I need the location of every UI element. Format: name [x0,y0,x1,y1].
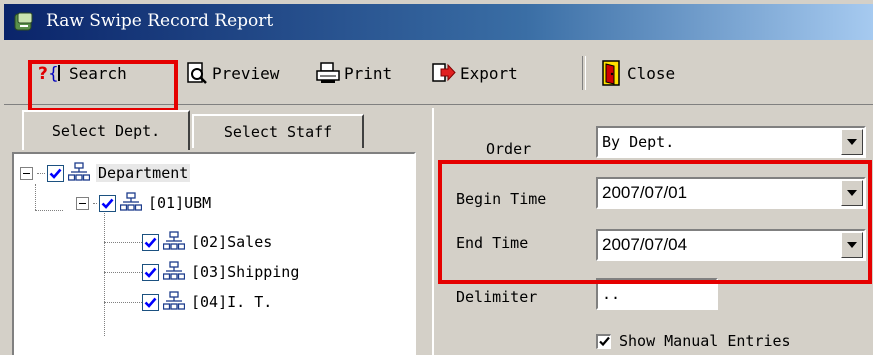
show-manual-entries-label: Show Manual Entries [619,332,791,350]
export-button[interactable]: Export [431,58,518,88]
checkbox[interactable] [47,164,64,182]
checkmark-icon [598,336,610,347]
print-button[interactable]: Print [315,58,392,88]
dropdown-arrow-icon[interactable] [841,129,863,155]
door-exit-icon [602,60,620,86]
selection-panel: Select Dept. Select Staff Department [01… [4,108,422,355]
tree-line [35,184,36,210]
tree-item-shipping[interactable]: [03]Shipping [142,259,299,285]
printer-icon [316,62,340,83]
close-label: Close [627,63,676,83]
tab-select-staff-label: Select Staff [223,123,333,141]
search-highlight-box [28,60,178,112]
tree-line [104,210,105,336]
checkmark-icon [144,237,157,248]
org-chart-icon [163,261,185,280]
toolbar-separator [582,56,586,90]
tree-line [35,210,63,211]
order-label: Order [486,140,532,158]
checkmark-icon [144,297,157,308]
tab-select-dept-label: Select Dept. [51,122,161,140]
department-tree: Department [01]UBM [02]Sales [03]Shippin… [12,152,416,355]
tree-item-label: [04]I. T. [191,293,273,311]
order-select[interactable]: By Dept. [596,126,866,158]
tree-line [104,242,142,243]
tree-line [104,302,142,303]
tree-line [104,272,142,273]
app-icon [14,12,33,31]
export-icon [432,63,456,82]
tree-item-label: Department [96,164,191,182]
org-chart-icon [163,231,185,250]
tree-item-label: [01]UBM [148,194,212,212]
checkbox[interactable] [99,194,116,212]
tree-item-label: [03]Shipping [191,263,300,281]
close-button[interactable]: Close [600,58,675,88]
show-manual-entries-checkbox[interactable]: Show Manual Entries [596,332,791,350]
tree-item-ubm[interactable]: [01]UBM [76,190,211,216]
preview-icon [187,62,207,84]
print-label: Print [344,63,393,83]
tab-select-staff[interactable]: Select Staff [192,114,364,148]
collapse-toggle-icon[interactable] [20,166,33,180]
tree-item-it[interactable]: [04]I. T. [142,289,272,315]
delimiter-label: Delimiter [456,288,538,306]
delimiter-value: .. [602,285,621,303]
checkmark-icon [101,198,114,209]
checkmark-icon [49,168,62,179]
time-range-highlight-box [438,160,872,284]
tree-item-department[interactable]: Department [20,160,191,186]
export-label: Export [460,63,518,83]
org-chart-icon [163,291,185,310]
checkmark-icon [144,267,157,278]
checkbox[interactable] [596,333,611,349]
tree-item-sales[interactable]: [02]Sales [142,229,272,255]
preview-label: Preview [212,63,280,83]
report-window: Raw Swipe Record Report ? { Search Previ… [0,0,873,355]
window-title: Raw Swipe Record Report [46,11,274,31]
org-chart-icon [68,162,90,181]
checkbox[interactable] [142,263,159,281]
title-bar: Raw Swipe Record Report [4,4,873,40]
preview-button[interactable]: Preview [185,58,279,88]
collapse-toggle-icon[interactable] [76,196,89,210]
tree-item-label: [02]Sales [191,233,273,251]
checkbox[interactable] [142,233,159,251]
checkbox[interactable] [142,293,159,311]
order-value: By Dept. [602,133,675,151]
tab-select-dept[interactable]: Select Dept. [22,110,190,150]
org-chart-icon [120,192,142,211]
